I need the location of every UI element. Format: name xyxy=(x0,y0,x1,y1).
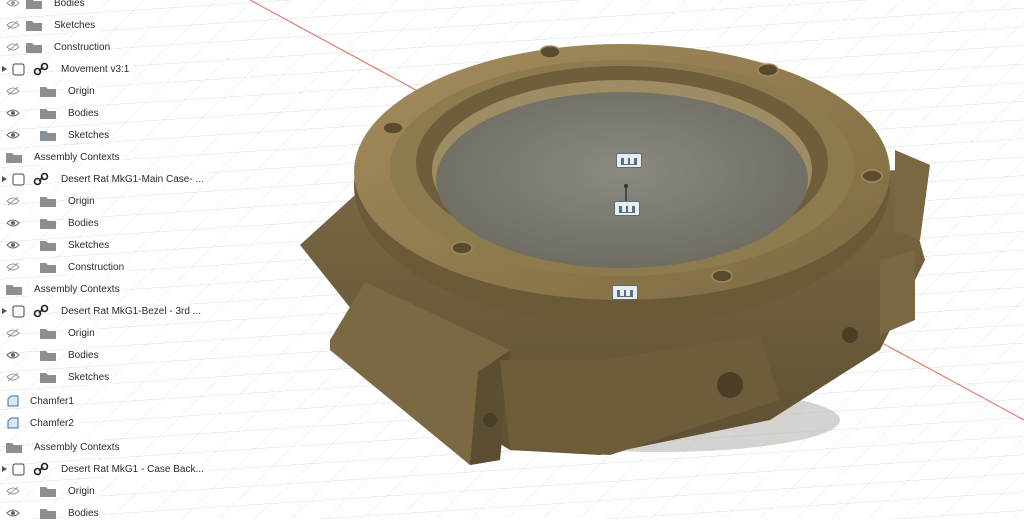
tree-item-bodies[interactable]: Bodies xyxy=(6,0,89,14)
tree-item-label: Bodies xyxy=(64,105,103,121)
tree-item-label: Origin xyxy=(64,83,99,99)
folder-icon xyxy=(26,41,42,53)
tree-item-label: Sketches xyxy=(64,127,114,143)
expand-arrow-icon[interactable] xyxy=(0,465,8,473)
tree-item-component-main-case[interactable]: Desert Rat MkG1-Main Case- ... xyxy=(0,168,208,190)
tree-item-chamfer1[interactable]: Chamfer1 xyxy=(6,390,78,412)
eye-icon[interactable] xyxy=(6,508,20,518)
folder-icon xyxy=(6,283,22,295)
tree-item-label: Desert Rat MkG1-Bezel - 3rd ... xyxy=(57,303,206,319)
tree-item-sketches[interactable]: Sketches xyxy=(6,234,114,256)
folder-icon xyxy=(40,261,56,273)
chamfer-feature-icon xyxy=(6,394,20,408)
tree-item-label: Assembly Contexts xyxy=(30,439,124,455)
folder-icon xyxy=(40,85,56,97)
tree-item-component-bezel[interactable]: Desert Rat MkG1-Bezel - 3rd ... xyxy=(0,300,206,322)
tree-item-assembly-contexts[interactable]: Assembly Contexts xyxy=(6,146,124,168)
joint-marker-icon[interactable] xyxy=(612,285,638,300)
link-icon xyxy=(33,303,49,319)
expand-arrow-icon[interactable] xyxy=(0,307,8,315)
tree-item-label: Construction xyxy=(50,39,115,55)
eye-slashed-icon[interactable] xyxy=(6,196,20,206)
eye-icon[interactable] xyxy=(6,108,20,118)
eye-slashed-icon[interactable] xyxy=(6,0,20,8)
folder-icon xyxy=(26,19,42,31)
component-icon xyxy=(12,173,25,186)
tree-item-label: Chamfer1 xyxy=(26,393,78,409)
folder-icon xyxy=(40,129,56,141)
tree-item-construction[interactable]: Construction xyxy=(6,256,129,278)
folder-icon xyxy=(40,327,56,339)
eye-slashed-icon[interactable] xyxy=(6,328,20,338)
folder-icon xyxy=(40,485,56,497)
link-icon xyxy=(33,171,49,187)
tree-item-sketches[interactable]: Sketches xyxy=(6,14,100,36)
tree-item-label: Construction xyxy=(64,259,129,275)
tree-item-bodies[interactable]: Bodies xyxy=(6,502,103,524)
tree-item-bodies[interactable]: Bodies xyxy=(6,102,103,124)
tree-item-label: Desert Rat MkG1 - Case Back... xyxy=(57,461,208,477)
tree-item-origin[interactable]: Origin xyxy=(6,80,99,102)
tree-item-label: Bodies xyxy=(50,0,89,11)
eye-slashed-icon[interactable] xyxy=(6,372,20,382)
tree-item-label: Origin xyxy=(64,325,99,341)
tree-item-assembly-contexts[interactable]: Assembly Contexts xyxy=(6,436,124,458)
folder-icon xyxy=(40,217,56,229)
component-icon xyxy=(12,305,25,318)
link-icon xyxy=(33,61,49,77)
tree-item-label: Bodies xyxy=(64,505,103,521)
tree-item-origin[interactable]: Origin xyxy=(6,322,99,344)
component-icon xyxy=(12,63,25,76)
tree-item-sketches[interactable]: Sketches xyxy=(6,366,114,388)
tree-item-label: Chamfer2 xyxy=(26,415,78,431)
folder-icon xyxy=(40,107,56,119)
tree-item-assembly-contexts[interactable]: Assembly Contexts xyxy=(6,278,124,300)
tree-item-label: Assembly Contexts xyxy=(30,149,124,165)
folder-icon xyxy=(40,507,56,519)
tree-item-component-case-back[interactable]: Desert Rat MkG1 - Case Back... xyxy=(0,458,208,480)
folder-icon xyxy=(40,195,56,207)
tree-item-sketches[interactable]: Sketches xyxy=(6,124,114,146)
tree-item-component-movement[interactable]: Movement v3:1 xyxy=(0,58,134,80)
tree-item-label: Origin xyxy=(64,483,99,499)
tree-item-label: Movement v3:1 xyxy=(57,61,134,77)
joint-marker-icon[interactable] xyxy=(614,201,640,216)
tree-item-label: Sketches xyxy=(64,369,114,385)
tree-item-label: Sketches xyxy=(64,237,114,253)
eye-slashed-icon[interactable] xyxy=(6,262,20,272)
tree-item-label: Sketches xyxy=(50,17,100,33)
eye-icon[interactable] xyxy=(6,240,20,250)
tree-item-label: Desert Rat MkG1-Main Case- ... xyxy=(57,171,208,187)
tree-item-bodies[interactable]: Bodies xyxy=(6,212,103,234)
tree-item-chamfer2[interactable]: Chamfer2 xyxy=(6,412,78,434)
eye-icon[interactable] xyxy=(6,130,20,140)
tree-item-bodies[interactable]: Bodies xyxy=(6,344,103,366)
folder-icon xyxy=(40,371,56,383)
tree-item-origin[interactable]: Origin xyxy=(6,190,99,212)
folder-icon xyxy=(40,349,56,361)
expand-arrow-icon[interactable] xyxy=(0,65,8,73)
eye-slashed-icon[interactable] xyxy=(6,42,20,52)
tree-item-label: Bodies xyxy=(64,347,103,363)
folder-icon xyxy=(26,0,42,9)
tree-item-label: Origin xyxy=(64,193,99,209)
folder-icon xyxy=(40,239,56,251)
chamfer-feature-icon xyxy=(6,416,20,430)
component-icon xyxy=(12,463,25,476)
eye-slashed-icon[interactable] xyxy=(6,86,20,96)
eye-icon[interactable] xyxy=(6,350,20,360)
browser-tree: Bodies Sketches Construction Movement v3… xyxy=(0,0,215,532)
tree-item-label: Assembly Contexts xyxy=(30,281,124,297)
expand-arrow-icon[interactable] xyxy=(0,175,8,183)
joint-marker-icon[interactable] xyxy=(616,153,642,168)
folder-icon xyxy=(6,441,22,453)
tree-item-construction[interactable]: Construction xyxy=(6,36,115,58)
eye-icon[interactable] xyxy=(6,218,20,228)
tree-item-label: Bodies xyxy=(64,215,103,231)
link-icon xyxy=(33,461,49,477)
tree-item-origin[interactable]: Origin xyxy=(6,480,99,502)
eye-slashed-icon[interactable] xyxy=(6,20,20,30)
eye-slashed-icon[interactable] xyxy=(6,486,20,496)
folder-icon xyxy=(6,151,22,163)
